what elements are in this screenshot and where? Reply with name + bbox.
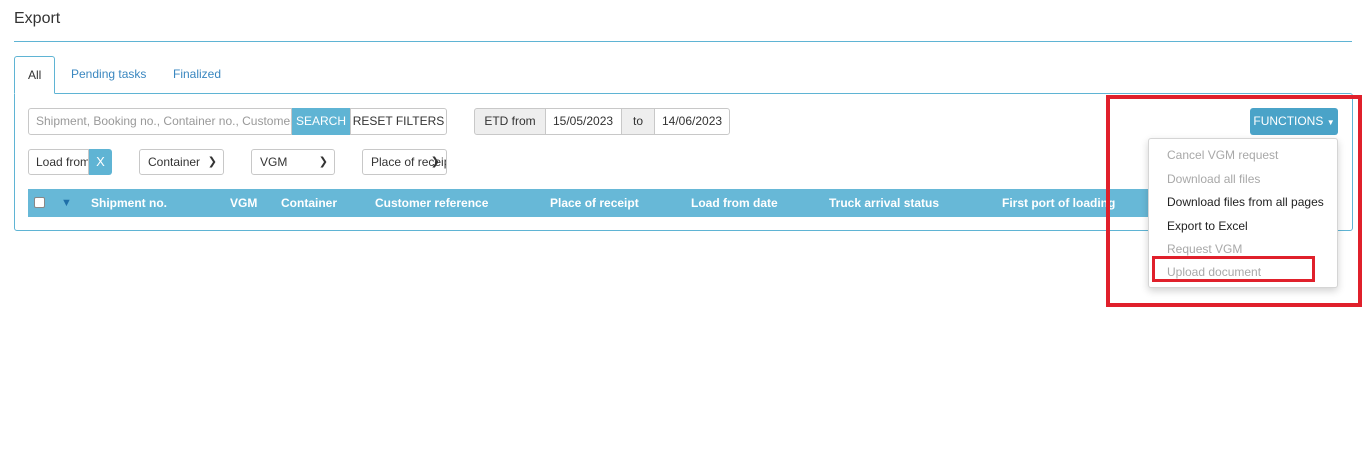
chevron-down-icon: ❯ [318,156,328,168]
container-select-label: Container [148,155,201,169]
column-header-vgm[interactable]: VGM [230,189,257,217]
clear-load-from-button[interactable]: X [89,149,112,175]
table-header: ▼ Shipment no. VGM Container Customer re… [28,189,1338,217]
reset-filters-button[interactable]: RESET FILTERS [350,108,447,135]
tab-finalized[interactable]: Finalized [157,56,237,94]
title-divider [14,41,1352,42]
column-header-customer-reference[interactable]: Customer reference [375,189,488,217]
menu-item-export-to-excel[interactable]: Export to Excel [1167,219,1248,233]
menu-item-download-files-from-all-pages[interactable]: Download files from all pages [1167,195,1324,209]
menu-item-cancel-vgm-request[interactable]: Cancel VGM request [1167,148,1278,162]
etd-from-date-input[interactable]: 15/05/2023 [545,108,622,135]
page-title: Export [14,10,61,27]
menu-item-download-all-files[interactable]: Download all files [1167,172,1260,186]
menu-item-upload-document[interactable]: Upload document [1167,265,1261,279]
column-header-first-port-of-loading[interactable]: First port of loading [1002,189,1115,217]
column-header-load-from-date[interactable]: Load from date [691,189,778,217]
tab-pending-tasks[interactable]: Pending tasks [55,56,162,94]
chevron-down-icon: ❯ [430,156,440,168]
select-all-checkbox[interactable] [34,197,45,208]
column-header-container[interactable]: Container [281,189,337,217]
column-header-truck-arrival-status[interactable]: Truck arrival status [829,189,939,217]
etd-to-label: to [621,108,655,135]
functions-button-label: FUNCTIONS [1253,114,1324,128]
menu-item-request-vgm[interactable]: Request VGM [1167,242,1242,256]
container-select[interactable]: Container ❯ [139,149,224,175]
search-input[interactable]: Shipment, Booking no., Container no., Cu… [28,108,292,135]
search-button[interactable]: SEARCH [292,108,350,135]
functions-menu: Cancel VGM request Download all files Do… [1148,138,1338,288]
functions-button[interactable]: FUNCTIONS ▼ [1250,108,1338,135]
load-from-input[interactable]: Load from [28,149,89,175]
chevron-down-icon: ❯ [207,156,217,168]
chevron-down-icon[interactable]: ▼ [61,189,72,217]
etd-from-label: ETD from [474,108,546,135]
column-header-shipment-no[interactable]: Shipment no. [91,189,167,217]
place-of-receipt-select[interactable]: Place of receipt ❯ [362,149,447,175]
etd-to-date-input[interactable]: 14/06/2023 [654,108,730,135]
vgm-select-label: VGM [260,155,288,169]
tab-all[interactable]: All [14,56,56,94]
vgm-select[interactable]: VGM ❯ [251,149,335,175]
caret-down-icon: ▼ [1326,118,1335,127]
column-header-place-of-receipt[interactable]: Place of receipt [550,189,639,217]
